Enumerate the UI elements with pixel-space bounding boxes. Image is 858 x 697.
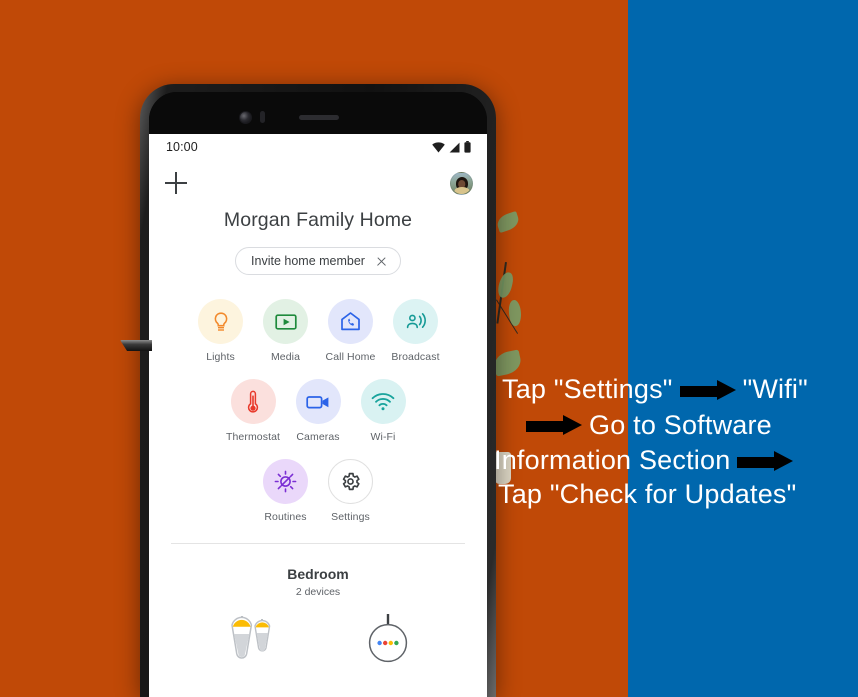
invite-chip-label: Invite home member [251, 254, 365, 268]
wifi-icon [371, 392, 395, 410]
room-title: Bedroom [287, 566, 349, 582]
close-icon[interactable] [376, 256, 387, 267]
shortcut-cameras-circle [295, 379, 341, 424]
shortcut-lights[interactable]: Lights [197, 299, 244, 363]
routines-icon [274, 470, 297, 493]
shortcut-media-circle [263, 299, 308, 344]
shortcut-call-home-circle [328, 299, 373, 344]
app-top-bar [149, 160, 487, 206]
shortcut-row-primary: Lights Media Call Home Broadcast [149, 299, 487, 363]
shortcut-row-secondary: Thermostat Cameras Wi-Fi [149, 379, 487, 443]
shortcut-settings-label: Settings [331, 511, 370, 523]
device-pendant-lights[interactable] [224, 612, 282, 666]
plant-pot-icon [494, 452, 511, 484]
earpiece-speaker-icon [299, 115, 339, 120]
avatar-body [454, 186, 469, 194]
shortcut-wifi-label: Wi-Fi [370, 431, 396, 443]
shortcut-call-home-label: Call Home [325, 351, 376, 363]
shortcut-thermostat-circle [230, 379, 276, 424]
shortcut-wifi-circle [360, 379, 406, 424]
camera-icon [306, 395, 329, 408]
phone-bezel: 10:00 Morgan Family Home Invite home mem… [149, 92, 487, 697]
shortcut-call-home[interactable]: Call Home [325, 299, 376, 363]
invite-home-member-chip[interactable]: Invite home member [235, 247, 401, 275]
shortcut-lights-circle [198, 299, 243, 344]
battery-icon [464, 141, 471, 153]
shortcut-media-label: Media [270, 351, 301, 363]
shortcut-routines-circle [263, 459, 308, 504]
shortcut-cameras[interactable]: Cameras [295, 379, 342, 443]
room-device-count: 2 devices [295, 586, 341, 598]
wifi-icon [432, 141, 445, 152]
status-bar: 10:00 [149, 134, 487, 160]
section-divider [171, 543, 465, 544]
account-avatar[interactable] [450, 171, 473, 195]
play-box-icon [274, 313, 297, 330]
shortcut-settings-circle [328, 459, 373, 504]
background-blue-panel [628, 0, 858, 697]
phone-top-bezel [149, 92, 487, 134]
shortcut-broadcast[interactable]: Broadcast [391, 299, 440, 363]
shortcut-cameras-label: Cameras [296, 431, 340, 443]
gear-icon [342, 472, 360, 491]
shortcut-settings[interactable]: Settings [327, 459, 374, 523]
proximity-sensor-icon [260, 111, 265, 123]
device-smart-speaker[interactable] [364, 612, 412, 666]
room-device-list [149, 612, 487, 666]
invite-chip-row: Invite home member [149, 247, 487, 275]
thermometer-icon [247, 390, 259, 413]
shortcut-broadcast-label: Broadcast [391, 351, 440, 363]
shortcut-media[interactable]: Media [262, 299, 309, 363]
screenshot-stage: 10:00 Morgan Family Home Invite home mem… [0, 0, 858, 697]
home-title: Morgan Family Home [223, 209, 413, 231]
shortcut-row-tertiary: Routines Settings [149, 459, 487, 523]
shortcut-thermostat[interactable]: Thermostat [226, 379, 280, 443]
broadcast-icon [406, 312, 426, 328]
phone-screen: 10:00 Morgan Family Home Invite home mem… [149, 134, 487, 697]
status-bar-clock: 10:00 [166, 140, 198, 154]
shortcut-thermostat-label: Thermostat [225, 431, 281, 443]
shortcut-routines-label: Routines [264, 511, 307, 523]
shortcut-routines[interactable]: Routines [262, 459, 309, 523]
shortcut-broadcast-circle [393, 299, 438, 344]
front-camera-icon [239, 111, 252, 124]
add-device-button[interactable] [165, 172, 187, 194]
lightbulb-icon [214, 311, 227, 331]
smart-speaker-icon [368, 614, 408, 663]
status-bar-icons [432, 141, 471, 153]
pendant-lights-icon [231, 616, 271, 659]
shortcut-wifi[interactable]: Wi-Fi [360, 379, 407, 443]
shortcut-lights-label: Lights [206, 351, 235, 363]
call-home-icon [341, 312, 360, 331]
phone-device: 10:00 Morgan Family Home Invite home mem… [140, 84, 496, 697]
signal-icon [449, 142, 460, 152]
